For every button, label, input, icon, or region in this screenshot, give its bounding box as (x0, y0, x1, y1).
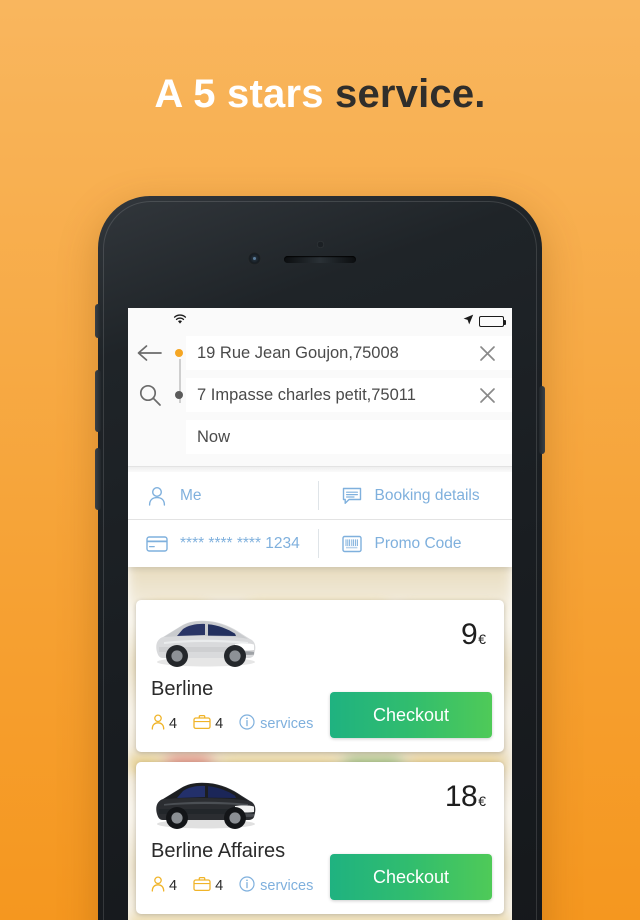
volume-up-button[interactable] (95, 370, 101, 432)
black-sedan-image (150, 774, 260, 832)
back-arrow-icon[interactable] (128, 332, 172, 374)
vehicle-list: 9 € Berline 4 4 services Checkout 18 € B… (128, 600, 512, 920)
destination-input[interactable]: 7 Impasse charles petit,75011 (186, 378, 512, 412)
person-icon (151, 876, 165, 896)
price-amount: 9 (461, 618, 478, 651)
luggage-capacity: 4 (193, 714, 230, 734)
earpiece-speaker-icon (284, 256, 356, 263)
origin-input[interactable]: 19 Rue Jean Goujon,75008 (186, 336, 512, 370)
silver-sedan-image (150, 612, 260, 670)
luggage-count: 4 (215, 878, 224, 894)
vehicle-meta: 4 4 services (151, 876, 313, 896)
vehicle-meta: 4 4 services (151, 714, 313, 734)
departure-time-input[interactable]: Now (186, 420, 512, 454)
price-currency: € (478, 631, 486, 647)
account-row: Me Booking details (128, 472, 512, 519)
booking-panel: 19 Rue Jean Goujon,75008 7 Impasse charl… (128, 308, 512, 567)
poster-canvas: A 5 stars service. 19 Rue Jean Goujon,75… (0, 0, 640, 920)
vehicle-price: 9 € (461, 618, 486, 652)
checkout-button[interactable]: Checkout (330, 854, 492, 900)
me-label: Me (180, 486, 202, 504)
passenger-count: 4 (169, 878, 178, 894)
checkout-button[interactable]: Checkout (330, 692, 492, 738)
luggage-capacity: 4 (193, 876, 230, 896)
phone-device-mockup: 19 Rue Jean Goujon,75008 7 Impasse charl… (95, 196, 545, 920)
passenger-capacity: 4 (151, 714, 184, 734)
barcode-icon (341, 535, 363, 553)
person-icon (151, 714, 165, 734)
luggage-count: 4 (215, 716, 224, 732)
price-amount: 18 (444, 780, 478, 813)
origin-row: 19 Rue Jean Goujon,75008 (128, 332, 512, 374)
departure-time-row: Now (128, 416, 512, 458)
person-icon (146, 486, 168, 506)
passenger-count: 4 (169, 716, 178, 732)
sidebar-item-me[interactable]: Me (128, 472, 318, 519)
briefcase-icon (193, 714, 211, 734)
page-title: A 5 stars service. (0, 72, 640, 117)
promo-code-label: Promo Code (374, 534, 462, 552)
battery-full-icon (479, 315, 506, 327)
address-block: 19 Rue Jean Goujon,75008 7 Impasse charl… (128, 328, 512, 466)
credit-card-icon (146, 535, 168, 552)
silent-switch-button[interactable] (95, 304, 101, 338)
front-camera-icon (248, 252, 261, 265)
services-link[interactable]: services (239, 876, 313, 896)
destination-row: 7 Impasse charles petit,75011 (128, 374, 512, 416)
passenger-capacity: 4 (151, 876, 184, 896)
power-button[interactable] (539, 386, 545, 454)
destination-clear-button[interactable] (472, 374, 502, 416)
payment-row: **** **** **** 1234 Promo Code (128, 520, 512, 567)
proximity-sensor-icon (317, 241, 324, 248)
status-bar (128, 308, 512, 328)
page-title-highlight: A 5 stars (154, 72, 335, 116)
chat-bubble-icon (341, 487, 363, 505)
info-icon (239, 876, 255, 896)
volume-down-button[interactable] (95, 448, 101, 510)
origin-clear-button[interactable] (472, 332, 502, 374)
booking-details-button[interactable]: Booking details (319, 472, 513, 519)
info-icon (239, 714, 255, 734)
promo-code-button[interactable]: Promo Code (319, 520, 513, 567)
page-title-rest: service. (335, 72, 486, 116)
vehicle-name: Berline (151, 678, 214, 700)
booking-details-label: Booking details (374, 486, 480, 504)
search-icon[interactable] (128, 374, 172, 416)
price-currency: € (478, 793, 486, 809)
vehicle-price: 18 € (445, 780, 486, 814)
payment-card-label: **** **** **** 1234 (180, 534, 300, 552)
services-label: services (260, 716, 314, 732)
vehicle-card-berline-affaires[interactable]: 18 € Berline Affaires 4 4 services Check… (136, 762, 504, 914)
vehicle-name: Berline Affaires (151, 840, 286, 862)
services-label: services (260, 878, 314, 894)
phone-screen: 19 Rue Jean Goujon,75008 7 Impasse charl… (128, 308, 512, 920)
briefcase-icon (193, 876, 211, 896)
services-link[interactable]: services (239, 714, 313, 734)
vehicle-card-berline[interactable]: 9 € Berline 4 4 services Checkout (136, 600, 504, 752)
payment-card-button[interactable]: **** **** **** 1234 (128, 520, 318, 567)
